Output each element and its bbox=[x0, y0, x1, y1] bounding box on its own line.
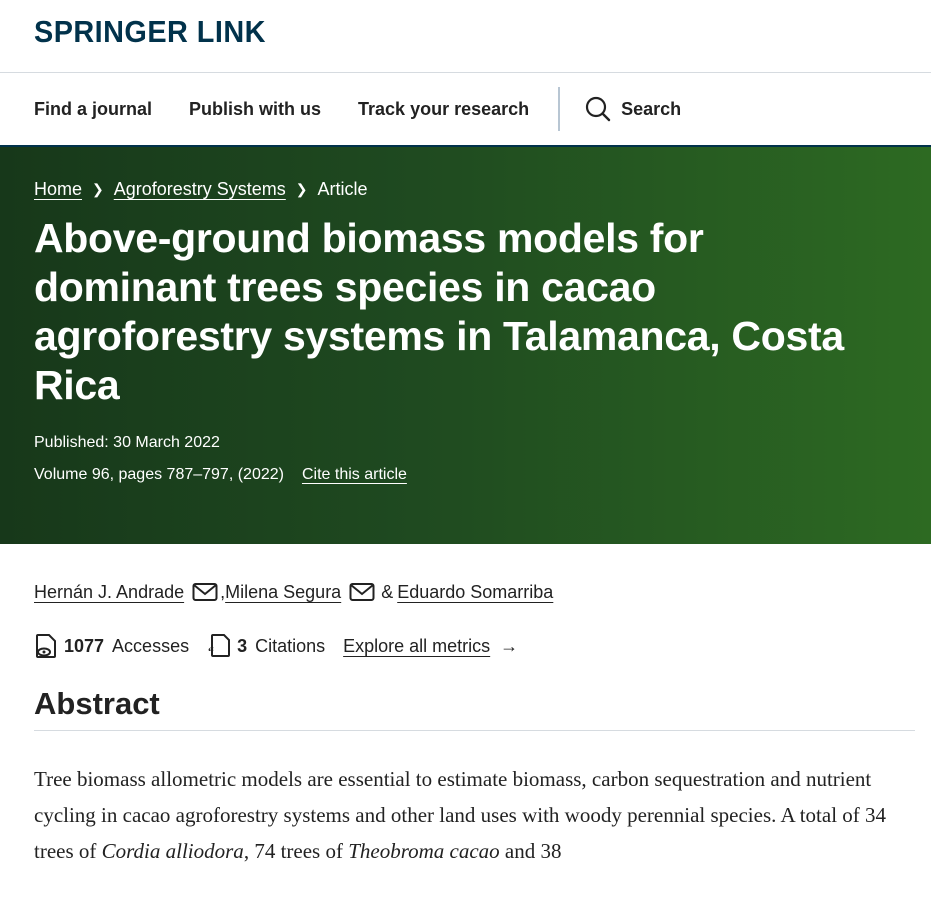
volume-info: Volume 96, pages 787–797, (2022) bbox=[34, 466, 284, 483]
nav-find-journal[interactable]: Find a journal bbox=[34, 99, 152, 120]
springer-link-logo[interactable]: SPRINGER LINK bbox=[34, 14, 266, 50]
citations-metric: “ 3 Citations bbox=[207, 633, 325, 659]
explore-metrics-link[interactable]: Explore all metrics bbox=[343, 636, 490, 657]
svg-text:“: “ bbox=[208, 644, 214, 658]
accesses-label: Accesses bbox=[112, 635, 190, 656]
article-hero: Home ❯ Agroforestry Systems ❯ Article Ab… bbox=[0, 147, 931, 544]
search-icon bbox=[586, 96, 611, 122]
author-separator: & bbox=[381, 581, 394, 602]
volume-row: Volume 96, pages 787–797, (2022) Cite th… bbox=[34, 466, 897, 484]
citations-count: 3 bbox=[237, 635, 248, 656]
abstract-text-part: and 38 bbox=[499, 839, 562, 863]
search-button[interactable]: Search bbox=[585, 96, 681, 122]
nav-publish[interactable]: Publish with us bbox=[189, 99, 321, 120]
author-link[interactable]: Eduardo Somarriba bbox=[397, 582, 553, 603]
chevron-right-icon: ❯ bbox=[295, 181, 308, 197]
accesses-icon bbox=[36, 634, 56, 658]
species-name: Theobroma cacao bbox=[348, 839, 500, 863]
header-logo-bar: SPRINGER LINK bbox=[0, 0, 931, 73]
search-label: Search bbox=[621, 98, 682, 119]
abstract-text-part: , 74 trees of bbox=[243, 839, 349, 863]
nav-divider bbox=[558, 87, 561, 131]
metrics-bar: 1077 Accesses “ 3 Citations Explore all … bbox=[0, 626, 931, 666]
abstract-text: Tree biomass allometric models are essen… bbox=[0, 731, 931, 869]
breadcrumb-current: Article bbox=[317, 179, 368, 199]
chevron-right-icon: ❯ bbox=[92, 181, 104, 197]
arrow-right-icon[interactable]: → bbox=[500, 636, 518, 657]
cite-article-link[interactable]: Cite this article bbox=[302, 466, 407, 484]
mail-icon[interactable] bbox=[349, 582, 375, 602]
breadcrumb-journal[interactable]: Agroforestry Systems bbox=[114, 179, 286, 200]
mail-icon[interactable] bbox=[192, 582, 218, 602]
accesses-metric: 1077 Accesses bbox=[34, 633, 189, 659]
breadcrumb-home[interactable]: Home bbox=[34, 179, 82, 200]
citations-icon: “ bbox=[208, 634, 231, 658]
abstract-heading: Abstract bbox=[34, 686, 915, 731]
breadcrumb: Home ❯ Agroforestry Systems ❯ Article bbox=[34, 179, 897, 200]
author-list: Hernán J. Andrade , Milena Segura & Edua… bbox=[0, 544, 931, 608]
citations-label: Citations bbox=[255, 635, 326, 656]
main-nav: Find a journal Publish with us Track you… bbox=[0, 73, 931, 147]
author-link[interactable]: Hernán J. Andrade bbox=[34, 582, 184, 603]
species-name: Cordia alliodora bbox=[101, 839, 244, 863]
nav-track-research[interactable]: Track your research bbox=[358, 99, 529, 120]
accesses-count: 1077 bbox=[64, 635, 105, 656]
author-link[interactable]: Milena Segura bbox=[225, 582, 341, 603]
published-date: Published: 30 March 2022 bbox=[34, 434, 220, 451]
article-title: Above-ground biomass models for dominant… bbox=[34, 215, 844, 408]
